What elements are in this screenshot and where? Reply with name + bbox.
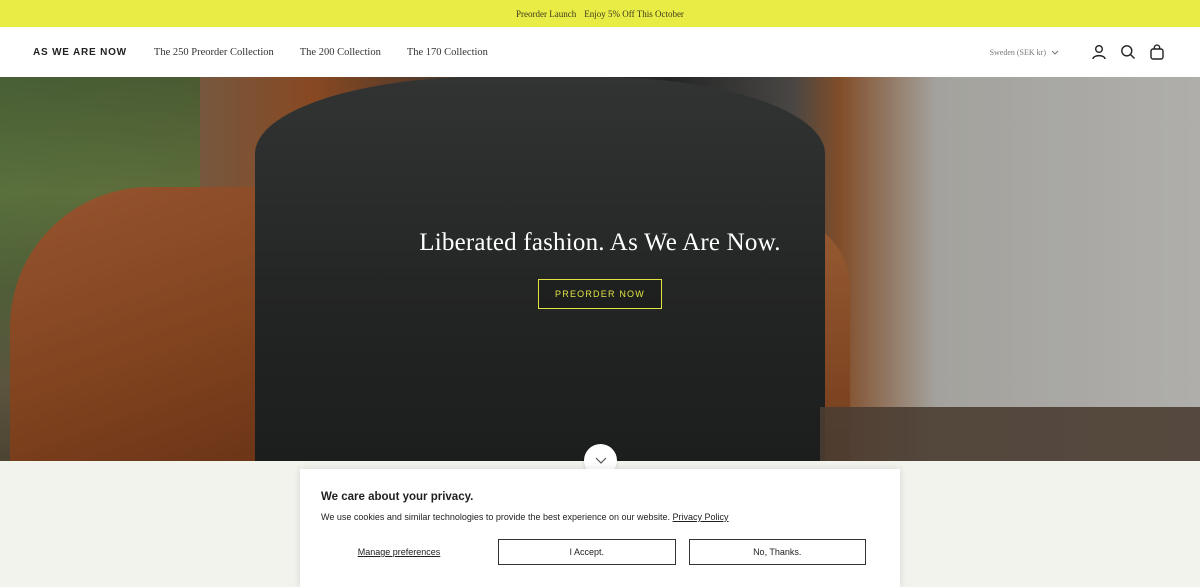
- cookie-description: We use cookies and similar technologies …: [321, 512, 671, 522]
- cookie-text: We use cookies and similar technologies …: [321, 512, 879, 522]
- chevron-down-icon: [1051, 50, 1059, 55]
- announcement-left[interactable]: Preorder Launch: [516, 9, 576, 19]
- site-header: AS WE ARE NOW The 250 Preorder Collectio…: [0, 27, 1200, 77]
- nav-link-170-collection[interactable]: The 170 Collection: [407, 47, 488, 58]
- hero-banner: Liberated fashion. As We Are Now. PREORD…: [0, 77, 1200, 461]
- announcement-right[interactable]: Enjoy 5% Off This October: [584, 9, 684, 19]
- chevron-down-icon: [595, 457, 606, 464]
- country-selector[interactable]: Sweden (SEK kr): [990, 48, 1059, 57]
- privacy-policy-link[interactable]: Privacy Policy: [673, 512, 729, 522]
- decline-button[interactable]: No, Thanks.: [688, 539, 866, 565]
- search-icon[interactable]: [1118, 42, 1138, 62]
- nav-link-250-preorder[interactable]: The 250 Preorder Collection: [154, 47, 274, 58]
- hero-content: Liberated fashion. As We Are Now. PREORD…: [0, 229, 1200, 309]
- main-nav: The 250 Preorder Collection The 200 Coll…: [154, 47, 514, 58]
- cookie-banner: We care about your privacy. We use cooki…: [300, 469, 900, 587]
- announcement-bar: Preorder Launch Enjoy 5% Off This Octobe…: [0, 0, 1200, 27]
- cookie-actions: Manage preferences I Accept. No, Thanks.: [321, 539, 879, 565]
- bag-icon[interactable]: [1147, 42, 1167, 62]
- account-icon[interactable]: [1089, 42, 1109, 62]
- cookie-title: We care about your privacy.: [321, 491, 474, 503]
- country-label: Sweden (SEK kr): [989, 47, 1046, 57]
- manage-preferences-link[interactable]: Manage preferences: [321, 547, 477, 557]
- accept-button[interactable]: I Accept.: [498, 539, 676, 565]
- logo[interactable]: AS WE ARE NOW: [33, 47, 127, 58]
- nav-link-200-collection[interactable]: The 200 Collection: [300, 47, 381, 58]
- preorder-now-button[interactable]: PREORDER NOW: [538, 279, 662, 309]
- hero-title: Liberated fashion. As We Are Now.: [419, 229, 781, 256]
